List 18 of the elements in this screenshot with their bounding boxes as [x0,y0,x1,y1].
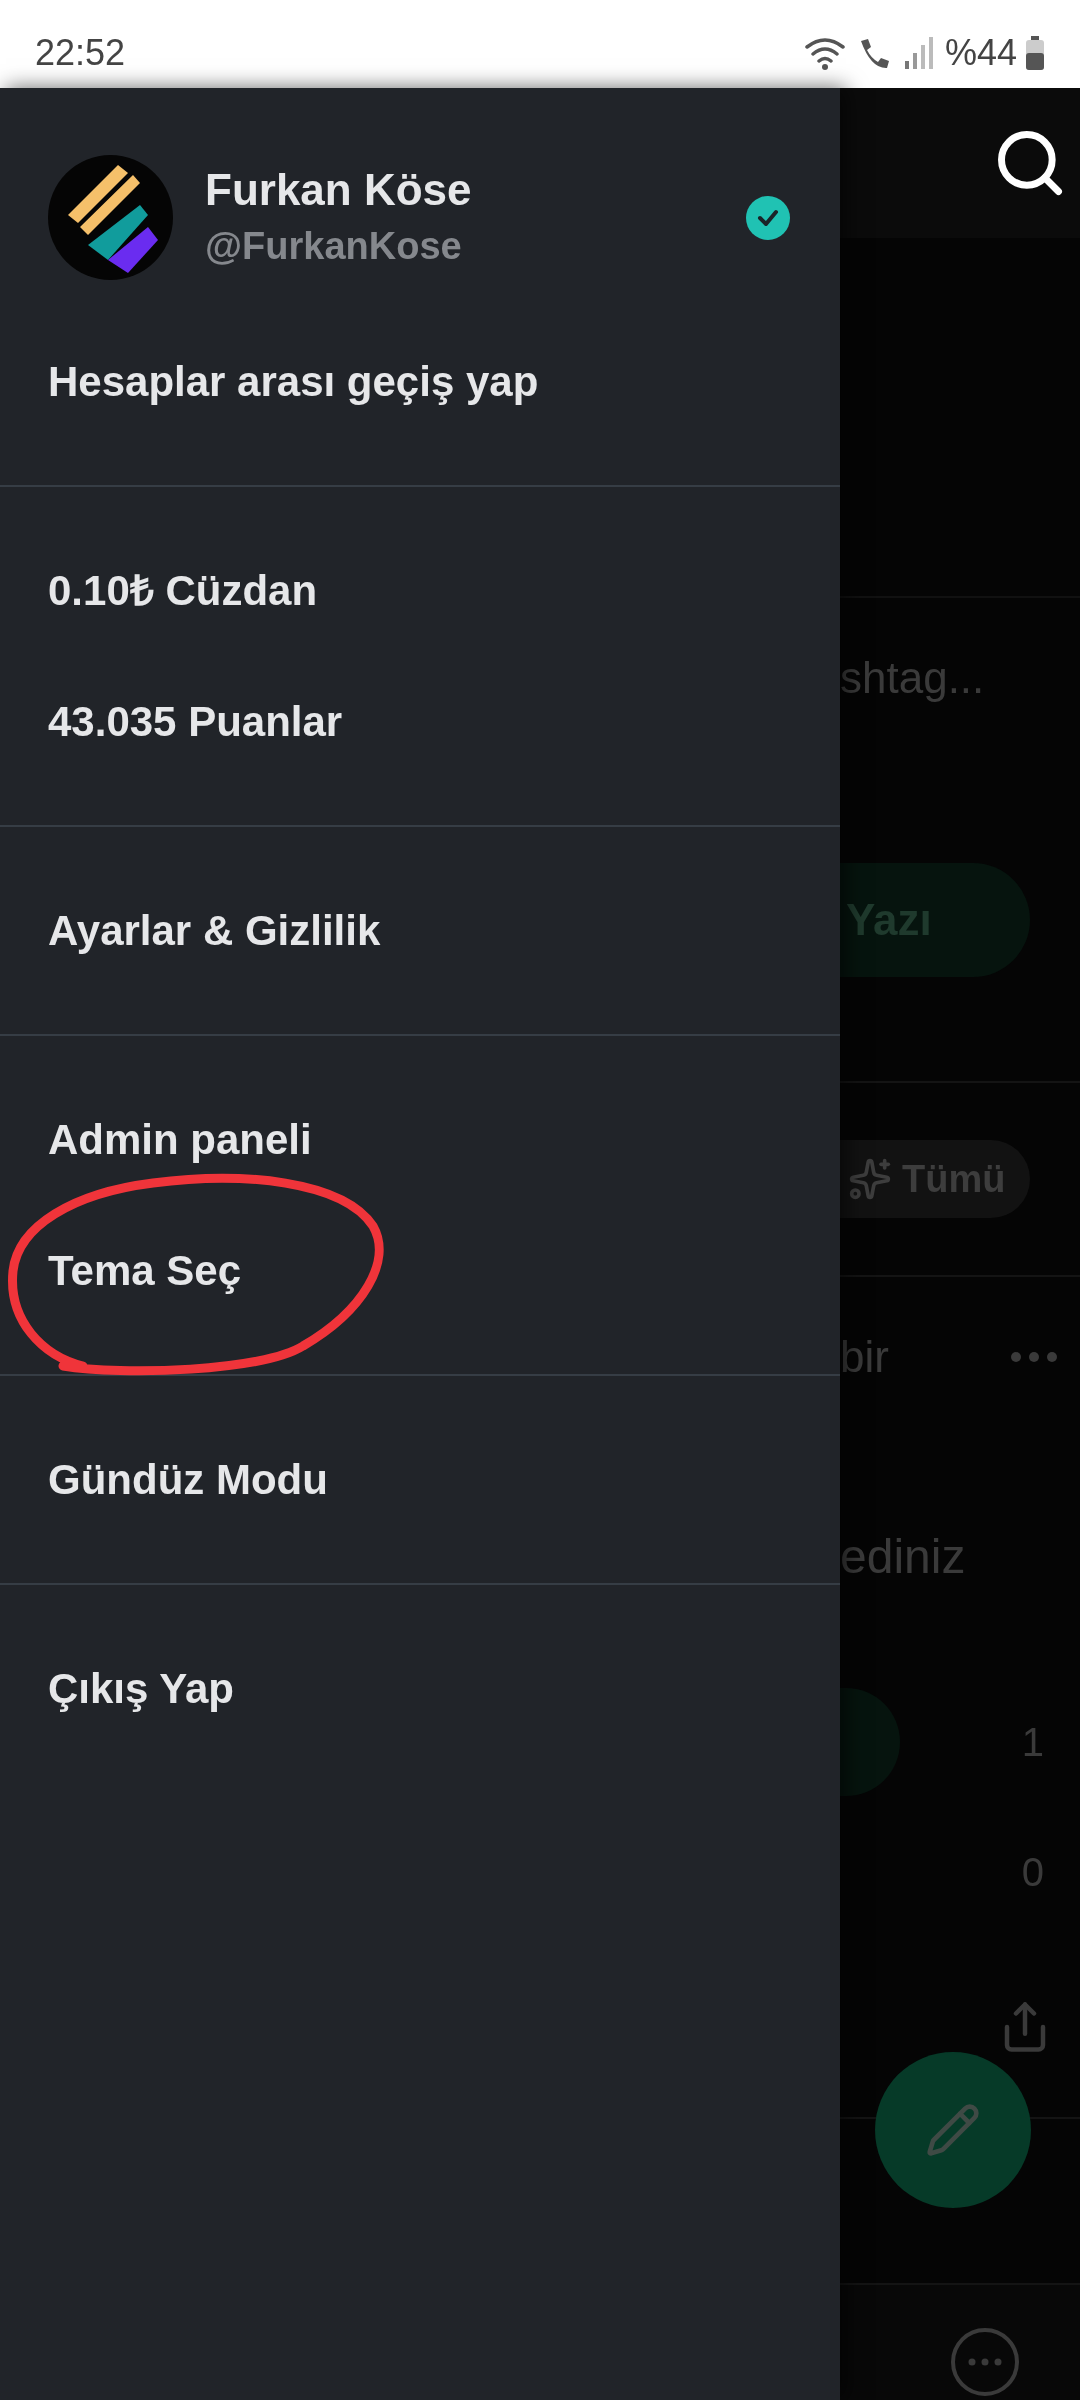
status-time: 22:52 [35,31,126,75]
menu-item[interactable]: 43.035 Puanlar [48,692,343,752]
sparkle-icon [848,1157,892,1201]
battery-icon [1025,36,1045,70]
menu-item[interactable]: Gündüz Modu [48,1450,328,1510]
pencil-icon [925,2102,981,2158]
menu-item[interactable]: Çıkış Yap [48,1659,234,1719]
more-icon[interactable] [1010,1351,1058,1363]
profile-name: Furkan Köse [205,163,473,216]
menu-item[interactable]: Hesaplar arası geçiş yap [48,352,539,412]
menu-item[interactable]: Admin paneli [48,1110,312,1170]
menu-item[interactable]: Tema Seç [48,1241,241,1301]
more-circle-icon[interactable] [950,2327,1020,2397]
profile-handle: @FurkanKose [205,223,463,269]
menu-item[interactable]: 0.10₺ Cüzdan [48,561,318,621]
battery-percent: %44 [944,31,1017,75]
wifi-icon [802,35,847,71]
menu-item[interactable]: Ayarlar & Gizlilik [48,901,381,961]
